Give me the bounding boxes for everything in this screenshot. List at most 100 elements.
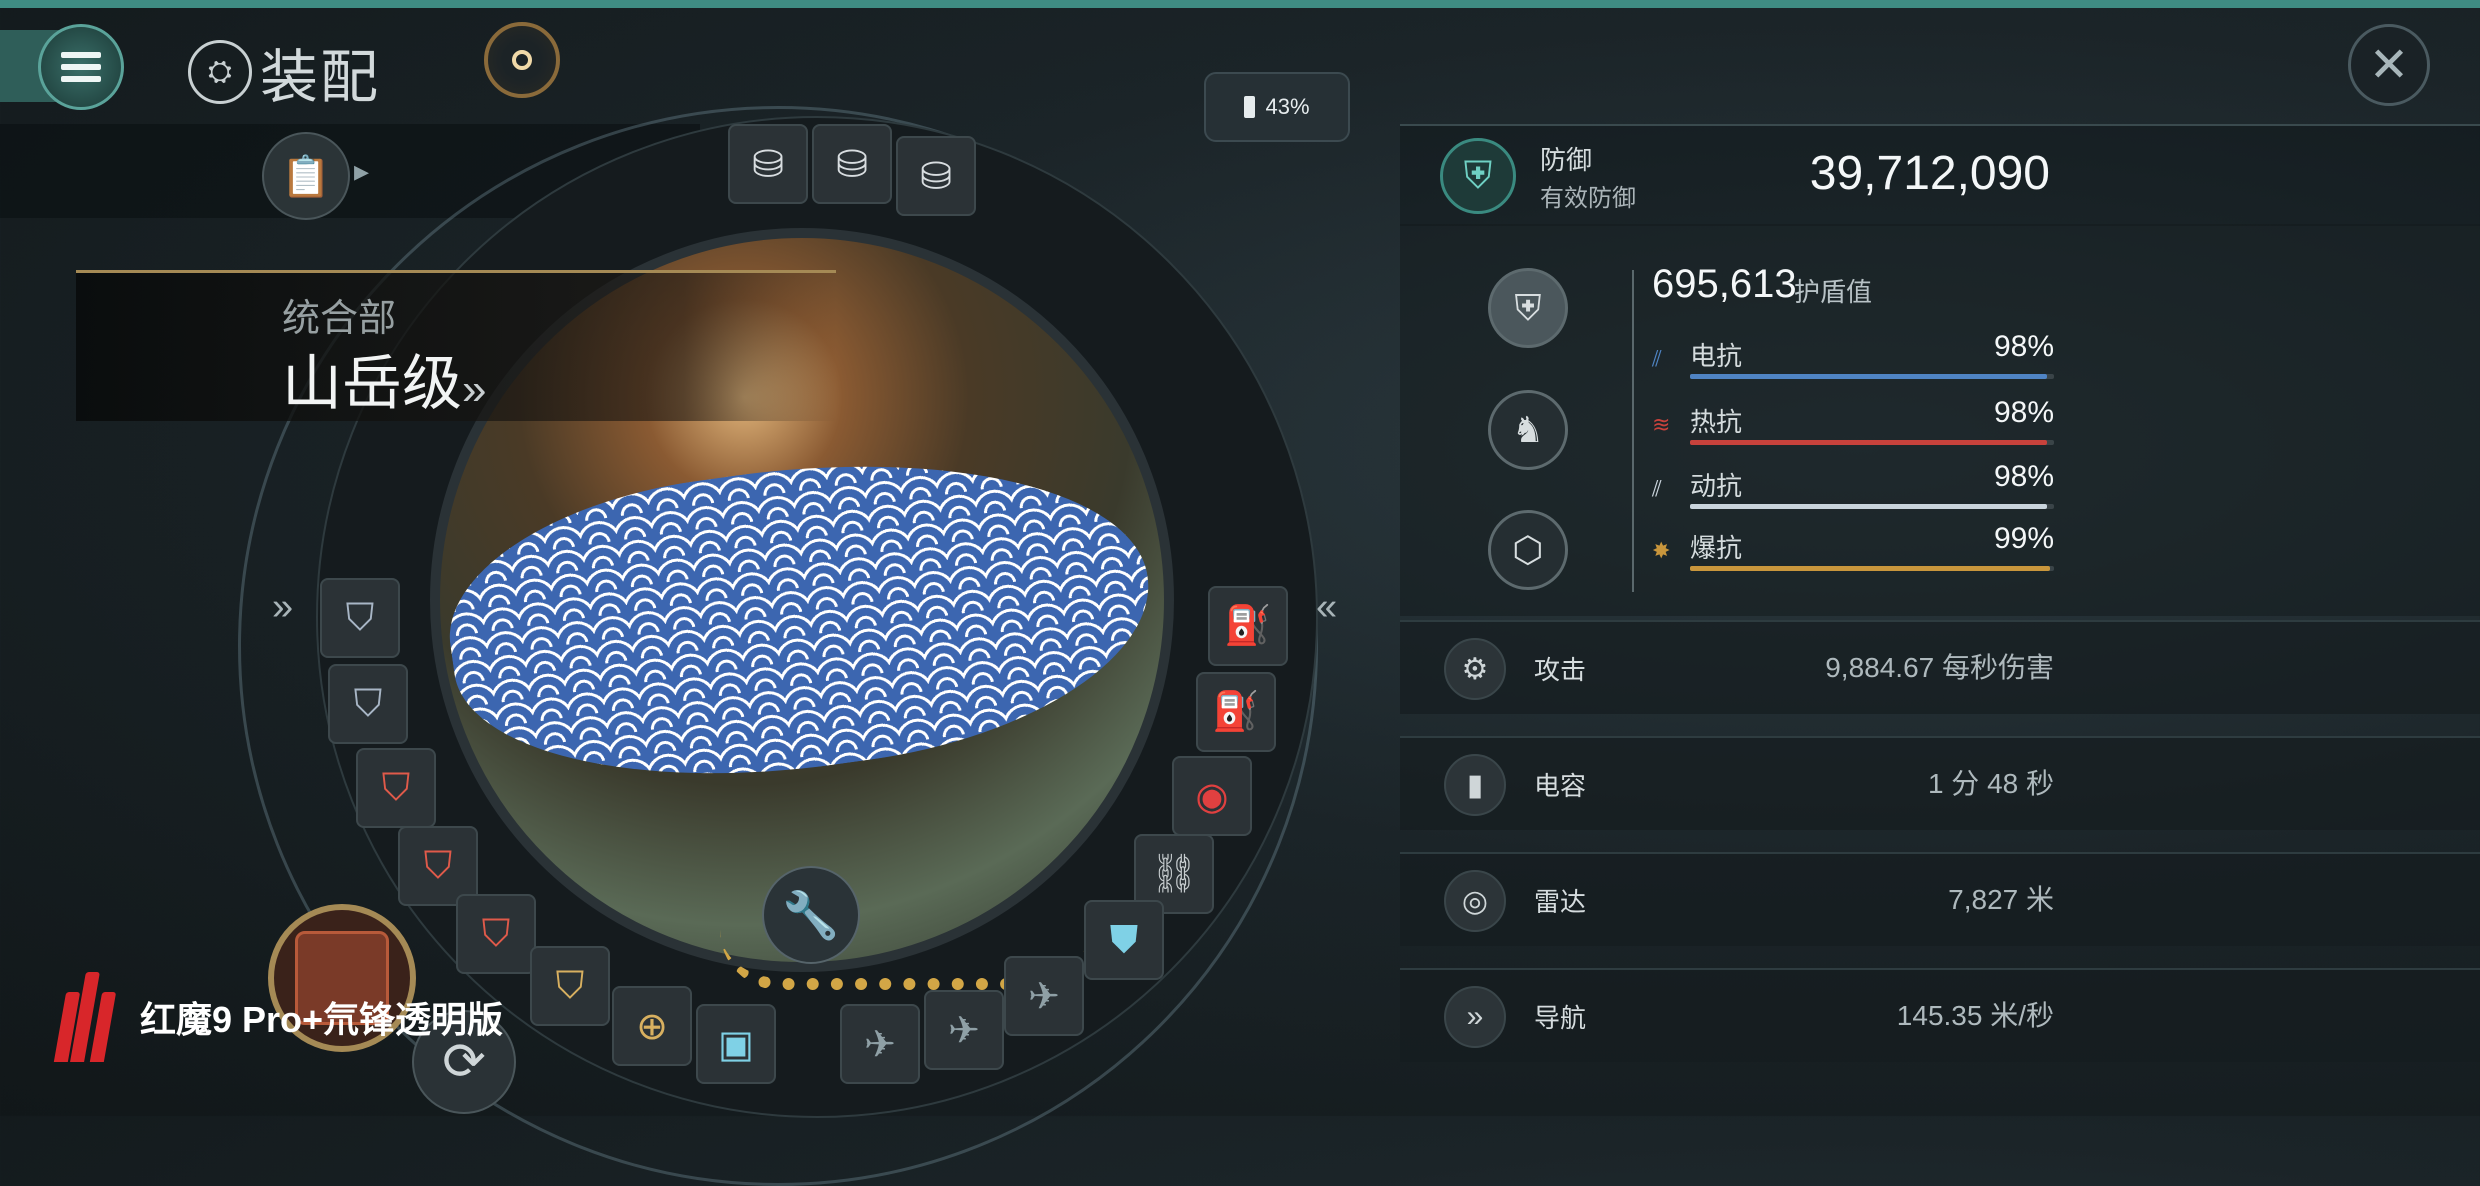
explosive-resist-icon: ✸ (1652, 538, 1671, 563)
capacitor-icon: ▮ (1444, 754, 1506, 816)
resist-name: 动抗 (1690, 471, 1743, 501)
drone-slot-2[interactable]: ✈ (924, 990, 1004, 1070)
em-resist-icon: ⫽ (1652, 346, 1662, 371)
structure-layer-button[interactable]: ⬡ (1488, 510, 1568, 590)
ship-class-arrow: » (462, 365, 487, 414)
armor-plate-icon: ⛉ (555, 964, 585, 1007)
battery-indicator: 43% (1204, 72, 1350, 142)
rig-slot-1[interactable]: ▣ (696, 1004, 776, 1084)
circle-toggle-button[interactable] (484, 22, 560, 98)
right-slots-arrow[interactable]: « (1316, 586, 1337, 629)
drone-slot-3[interactable]: ✈ (1004, 956, 1084, 1036)
stat-value: 7,827 米 (1948, 884, 2054, 915)
ship-class-name: 山岳级 (282, 350, 462, 417)
wrench-icon: 🔧 (782, 888, 840, 941)
armor-plate-icon: ⛉ (481, 912, 511, 955)
ship-info-box[interactable]: 统合部 山岳级» (76, 270, 836, 421)
shield-booster-icon: ⛽ (1224, 605, 1272, 647)
stat-name: 导航 (1534, 1003, 1587, 1033)
stat-row-attack[interactable]: ⚙ 攻击 9,884.67 每秒伤害 (1400, 620, 2480, 714)
hardener-icon: ⛊ (1109, 918, 1139, 961)
high-slot-2[interactable]: ⛁ (812, 124, 892, 204)
defense-label: 防御 (1540, 145, 1593, 175)
stat-name: 电容 (1534, 771, 1587, 801)
armor-plate-icon: ⛉ (345, 596, 375, 639)
drone-icon: ✈ (1028, 975, 1060, 1018)
shield-hp-label: 护盾值 (1794, 277, 1873, 307)
close-button[interactable]: ✕ (2348, 24, 2430, 106)
ship-class[interactable]: 山岳级» (282, 335, 486, 422)
resist-value: 98% (1993, 396, 2054, 429)
thermal-resist-icon: ≋ (1652, 412, 1671, 437)
ship-faction: 统合部 (282, 298, 397, 340)
drone-icon: ✈ (864, 1023, 896, 1066)
resist-name: 爆抗 (1690, 533, 1743, 563)
kinetic-resist-icon: ⫽ (1652, 476, 1662, 501)
shield-booster-icon: ⛽ (1212, 691, 1260, 733)
armor-plate-icon: ⛉ (423, 844, 453, 887)
resist-name: 电抗 (1690, 341, 1743, 371)
stat-row-radar[interactable]: ◎ 雷达 7,827 米 (1400, 852, 2480, 946)
low-slot-2[interactable]: ⛉ (328, 664, 408, 744)
watermark-text: 红魔9 Pro+氘锋透明版 (140, 999, 504, 1040)
effective-defense-value: 39,712,090 (1809, 147, 2050, 200)
stat-row-capacitor[interactable]: ▮ 电容 1 分 48 秒 (1400, 736, 2480, 830)
ship-fitting-icon: ⛭ (188, 40, 252, 104)
battery-icon (1244, 96, 1256, 118)
repair-button[interactable]: 🔧 (762, 866, 860, 964)
target-painter-icon: ◉ (1195, 775, 1229, 818)
mid-slot-5[interactable]: ⛊ (1084, 900, 1164, 980)
stat-value: 145.35 米/秒 (1896, 1000, 2054, 1031)
resist-row-explosive: ✸ 爆抗 99% (1652, 522, 2054, 572)
resist-value: 98% (1993, 460, 2054, 493)
radar-icon: ◎ (1444, 870, 1506, 932)
turret-icon: ⚙ (1444, 638, 1506, 700)
high-slot-1[interactable]: ⛁ (728, 124, 808, 204)
low-slot-5[interactable]: ⛉ (456, 894, 536, 974)
launcher-icon: ⛓ (1149, 853, 1199, 895)
stat-value: 9,884.67 每秒伤害 (1825, 652, 2054, 683)
drone-icon: ✈ (948, 1009, 980, 1052)
turret-module-icon: ⛁ (836, 143, 868, 186)
resist-row-kinetic: ⫽ 动抗 98% (1652, 460, 2054, 510)
ship-model-redacted (440, 420, 1164, 816)
battery-level: 43% (1265, 94, 1310, 119)
stat-value: 1 分 48 秒 (1927, 768, 2054, 799)
hamburger-menu-icon (61, 52, 101, 82)
mid-slot-2[interactable]: ⛽ (1196, 672, 1276, 752)
fitting-expand-arrow[interactable]: ▸ (354, 154, 369, 189)
high-slot-3[interactable]: ⛁ (896, 136, 976, 216)
redmagic-logo-icon (53, 972, 126, 1062)
low-slot-3[interactable]: ⛉ (356, 748, 436, 828)
close-icon: ✕ (2368, 39, 2410, 92)
armor-plate-icon: ⛉ (353, 682, 383, 725)
rig-slot-add[interactable]: ⊕ (612, 986, 692, 1066)
clipboard-gear-icon: 📋 (281, 154, 331, 199)
mid-slot-1[interactable]: ⛽ (1208, 586, 1288, 666)
drone-slot-1[interactable]: ✈ (840, 1004, 920, 1084)
resist-value: 98% (1993, 330, 2054, 363)
fitting-list-button[interactable]: 📋 (262, 132, 350, 220)
shield-icon: ⛨ (1514, 286, 1542, 328)
stat-name: 攻击 (1534, 655, 1587, 685)
cube-icon: ⬡ (1512, 529, 1544, 570)
left-slots-arrow[interactable]: » (272, 586, 293, 629)
menu-button[interactable] (38, 24, 124, 110)
navigation-icon: » (1444, 986, 1506, 1048)
device-watermark: 红魔9 Pro+氘锋透明版 (53, 972, 504, 1062)
turret-module-icon: ⛁ (752, 143, 784, 186)
low-slot-1[interactable]: ⛉ (320, 578, 400, 658)
mid-slot-3[interactable]: ◉ (1172, 756, 1252, 836)
shield-layer-button[interactable]: ⛨ (1488, 268, 1568, 348)
rig-module-icon: ▣ (718, 1023, 754, 1066)
resist-name: 热抗 (1690, 407, 1743, 437)
low-slot-6[interactable]: ⛉ (530, 946, 610, 1026)
top-accent-line (0, 0, 2480, 8)
resist-bar (1690, 504, 2047, 509)
shield-hp-value: 695,613 (1652, 262, 1797, 306)
stat-row-navigation[interactable]: » 导航 145.35 米/秒 (1400, 968, 2480, 1062)
resist-divider (1632, 270, 1634, 592)
armor-layer-button[interactable]: ♞ (1488, 390, 1568, 470)
resist-bar (1690, 566, 2051, 571)
ring-icon (512, 50, 532, 70)
